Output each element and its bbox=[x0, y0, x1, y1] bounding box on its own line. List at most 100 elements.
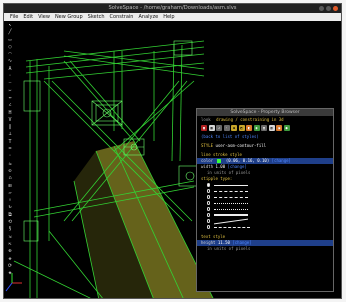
color-change-link[interactable]: [change] bbox=[272, 158, 291, 163]
point-icon[interactable]: · bbox=[5, 73, 15, 79]
stipple-sample bbox=[214, 208, 249, 210]
vertical-icon[interactable]: V bbox=[5, 117, 15, 123]
browser-icon-row: ▣ ▦ ↗ · ◆ ◩ ◧ ◉ ▤ ▧ ◪ ● bbox=[197, 124, 333, 132]
distance-icon[interactable]: ↔ bbox=[5, 95, 15, 101]
coincident-icon[interactable]: ⊙ bbox=[5, 168, 15, 174]
style-name: user-asm-contour-fill bbox=[215, 143, 267, 148]
radio-icon[interactable] bbox=[207, 195, 211, 199]
construction-icon[interactable]: ┄ bbox=[5, 80, 15, 86]
angle-icon[interactable]: ∠ bbox=[5, 102, 15, 108]
radio-icon[interactable] bbox=[207, 183, 211, 187]
stipple-sample bbox=[214, 196, 249, 198]
look-label: look bbox=[201, 117, 211, 122]
style-label: STYLE bbox=[201, 143, 214, 148]
menu-help[interactable]: Help bbox=[163, 14, 174, 20]
maximize-button[interactable] bbox=[326, 6, 331, 11]
minimize-button[interactable] bbox=[319, 6, 324, 11]
hidden-lines-icon[interactable]: ▧ bbox=[268, 125, 275, 131]
assemble-icon[interactable]: ⧉ bbox=[5, 212, 15, 218]
extrude-icon[interactable]: ⇧ bbox=[5, 197, 15, 203]
height-units-row: in units of pixels bbox=[197, 246, 333, 252]
style-name-row: STYLE user-asm-contour-fill bbox=[197, 143, 333, 149]
ortho-icon[interactable]: ⊞ bbox=[5, 183, 15, 189]
view-3d-icon[interactable]: ◈ bbox=[5, 270, 15, 276]
property-browser: SolveSpace - Property Browser look drawi… bbox=[196, 108, 334, 292]
lathe-icon[interactable]: ↻ bbox=[5, 204, 15, 210]
outlines-icon[interactable]: ◧ bbox=[246, 125, 252, 131]
rotate-icon[interactable]: ⟳ bbox=[5, 263, 15, 269]
menu-edit[interactable]: Edit bbox=[23, 14, 33, 20]
symmetric-icon[interactable]: ⇋ bbox=[5, 161, 15, 167]
stipple-option-zigzag[interactable] bbox=[197, 224, 333, 230]
perpendicular-icon[interactable]: ⊥ bbox=[5, 131, 15, 137]
window-title: SolveSpace - /home/graham/Downloads/asm.… bbox=[108, 5, 237, 11]
window-titlebar[interactable]: SolveSpace - /home/graham/Downloads/asm.… bbox=[4, 4, 341, 13]
text-icon[interactable]: A bbox=[5, 66, 15, 72]
shaded-icon[interactable]: ◉ bbox=[253, 125, 260, 131]
menu-file[interactable]: File bbox=[10, 14, 18, 20]
tool-palette: ↖ ╱ ▭ ○ ◠ ∿ A · ┄ ✂ ↔ ∠ H V ∥ ⊥ T = ◦ ⇋ … bbox=[5, 22, 15, 276]
parallel-icon[interactable]: ∥ bbox=[5, 124, 15, 130]
tangent-icon[interactable]: T bbox=[5, 139, 15, 145]
width-label: width bbox=[201, 164, 214, 169]
radio-icon[interactable] bbox=[207, 189, 211, 193]
width-change-link[interactable]: [change] bbox=[228, 164, 247, 169]
color-label: color bbox=[201, 158, 214, 163]
rectangle-icon[interactable]: ▭ bbox=[5, 37, 15, 43]
solid-icon[interactable]: ● bbox=[283, 125, 290, 131]
height-label: height bbox=[201, 240, 216, 245]
constraints-icon[interactable]: ◆ bbox=[231, 125, 237, 131]
step-icon[interactable]: ⇲ bbox=[5, 234, 15, 240]
stipple-sample bbox=[214, 214, 249, 216]
midpoint-icon[interactable]: ◦ bbox=[5, 153, 15, 159]
helix-icon[interactable]: § bbox=[5, 226, 15, 232]
height-change-link[interactable]: [change] bbox=[232, 240, 251, 245]
color-swatch[interactable] bbox=[217, 159, 222, 163]
radio-icon[interactable] bbox=[207, 207, 211, 211]
revolve-icon[interactable]: ⟲ bbox=[5, 219, 15, 225]
split-icon[interactable]: ✂ bbox=[5, 88, 15, 94]
text-style-header: text style bbox=[201, 234, 226, 239]
radio-icon[interactable] bbox=[207, 213, 211, 217]
radio-icon[interactable] bbox=[207, 219, 211, 223]
line-style-header: line stroke style bbox=[201, 152, 242, 157]
normals-icon[interactable]: ↗ bbox=[216, 125, 222, 131]
menubar: File Edit View New Group Sketch Constrai… bbox=[4, 13, 341, 21]
workplane-icon[interactable]: ▱ bbox=[5, 190, 15, 196]
points-icon[interactable]: · bbox=[223, 125, 230, 131]
circle-icon[interactable]: ○ bbox=[5, 44, 15, 50]
occluded-lines-icon[interactable]: ▣ bbox=[201, 125, 207, 131]
window-controls bbox=[319, 6, 338, 11]
cursor-icon[interactable]: ↖ bbox=[5, 22, 15, 28]
pan-icon[interactable]: ✥ bbox=[5, 256, 15, 262]
line-icon[interactable]: ╱ bbox=[5, 29, 15, 35]
menu-analyze[interactable]: Analyze bbox=[138, 14, 158, 20]
stipple-sample bbox=[214, 226, 251, 228]
back-to-styles-link[interactable]: (back to list of styles) bbox=[201, 134, 259, 139]
edges-icon[interactable]: ◪ bbox=[276, 125, 282, 131]
zoom-icon[interactable]: ⊕ bbox=[5, 248, 15, 254]
menu-constrain[interactable]: Constrain bbox=[110, 14, 134, 20]
stipple-sample bbox=[214, 202, 249, 204]
mesh-icon[interactable]: ▤ bbox=[261, 125, 267, 131]
height-units: in units of pixels bbox=[207, 246, 251, 251]
horizontal-icon[interactable]: H bbox=[5, 110, 15, 116]
back-link-row: (back to list of styles) bbox=[197, 134, 333, 140]
arc-icon[interactable]: ◠ bbox=[5, 51, 15, 57]
menu-view[interactable]: View bbox=[38, 14, 50, 20]
radio-icon[interactable] bbox=[207, 201, 211, 205]
lock-icon[interactable]: ⌂ bbox=[5, 175, 15, 181]
workplane-toggle-icon[interactable]: ▦ bbox=[208, 125, 215, 131]
menu-sketch[interactable]: Sketch bbox=[88, 14, 105, 20]
browser-row-1: look drawing / constraining in 3d bbox=[197, 116, 333, 124]
export-icon[interactable]: ⇱ bbox=[5, 241, 15, 247]
radio-icon[interactable] bbox=[207, 225, 211, 229]
menu-new-group[interactable]: New Group bbox=[55, 14, 83, 20]
height-value: 11.50 bbox=[217, 240, 230, 245]
faces-icon[interactable]: ◩ bbox=[238, 125, 245, 131]
equal-icon[interactable]: = bbox=[5, 146, 15, 152]
stipple-sample bbox=[214, 184, 249, 186]
close-button[interactable] bbox=[333, 6, 338, 11]
spline-icon[interactable]: ∿ bbox=[5, 58, 15, 64]
property-browser-title[interactable]: SolveSpace - Property Browser bbox=[197, 109, 333, 116]
